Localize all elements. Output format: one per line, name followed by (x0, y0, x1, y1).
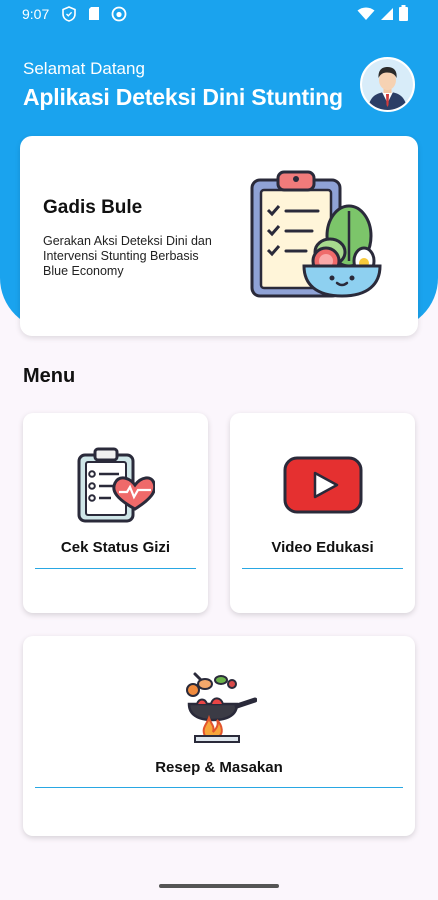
signal-icon (381, 8, 393, 20)
menu-divider (35, 787, 403, 788)
menu-label-resep-masakan: Resep & Masakan (155, 759, 283, 776)
menu-heading: Menu (23, 365, 76, 387)
app-title: Aplikasi Deteksi Dini Stunting (23, 84, 343, 110)
status-time: 9:07 (22, 6, 50, 22)
circle-app-icon (111, 6, 127, 22)
hero-card: Gadis Bule Gerakan Aksi Deteksi Dini dan… (20, 136, 418, 336)
shield-icon (62, 6, 76, 22)
sd-card-icon (89, 7, 99, 20)
menu-label-video-edukasi: Video Edukasi (271, 539, 374, 556)
menu-card-resep-masakan[interactable]: Resep & Masakan (23, 636, 415, 836)
wifi-icon (357, 7, 375, 20)
menu-card-cek-status-gizi[interactable]: Cek Status Gizi (23, 413, 208, 613)
clipboard-salad-bowl-icon (250, 170, 382, 298)
youtube-play-icon (283, 456, 363, 514)
menu-label-cek-status-gizi: Cek Status Gizi (60, 539, 171, 556)
welcome-text: Selamat Datang (23, 59, 145, 78)
hero-title: Gadis Bule (43, 197, 143, 218)
battery-icon (399, 5, 408, 21)
hero-description: Gerakan Aksi Deteksi Dini dan Intervensi… (43, 234, 212, 278)
cooking-pan-icon (186, 672, 257, 743)
menu-divider (242, 568, 403, 569)
status-bar: 9:07 (0, 0, 438, 28)
clipboard-heart-icon (77, 447, 155, 523)
menu-card-video-edukasi[interactable]: Video Edukasi (230, 413, 415, 613)
avatar[interactable] (360, 57, 415, 112)
gesture-nav-bar[interactable] (159, 884, 279, 888)
businessman-avatar-icon (362, 59, 413, 110)
menu-divider (35, 568, 196, 569)
